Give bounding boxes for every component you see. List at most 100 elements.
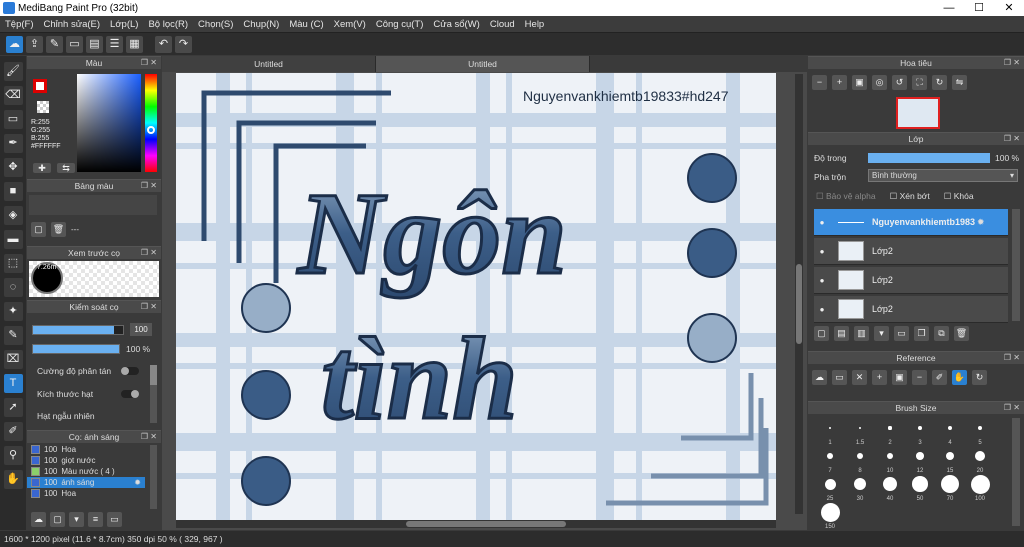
move-icon[interactable]: ✥ — [3, 158, 23, 177]
reference-fit-icon[interactable]: ▣ — [892, 370, 907, 385]
rotate-left-icon[interactable]: ↺ — [892, 75, 907, 90]
brush-list-scrollbar[interactable] — [150, 445, 157, 509]
brush-list-item[interactable]: 100 giọt nước — [27, 455, 145, 466]
artwork-canvas[interactable]: Nguyenvankhiemtb19833#hd247 Ngôn tình — [176, 73, 776, 520]
minimize-button[interactable]: — — [934, 0, 964, 16]
panel-controls-icon[interactable]: ❐ ✕ — [141, 180, 157, 192]
menu-item-4[interactable]: Chọn(S) — [193, 19, 238, 30]
panel-controls-icon[interactable]: ❐ ✕ — [1004, 402, 1020, 414]
layer-list-scrollbar[interactable] — [1012, 209, 1020, 321]
lasso-icon[interactable]: ◌ — [3, 278, 23, 297]
brush-size-option[interactable]: 7 — [816, 446, 844, 474]
menu-item-6[interactable]: Màu (C) — [284, 19, 328, 30]
navigator-thumbnail[interactable] — [896, 97, 940, 129]
text-icon[interactable]: T — [3, 374, 23, 393]
delete-palette-icon[interactable]: 🗑 — [51, 222, 66, 237]
close-button[interactable]: ✕ — [994, 0, 1024, 16]
brush-menu-icon[interactable]: ▾ — [69, 512, 84, 527]
menu-item-0[interactable]: Tệp(F) — [0, 19, 39, 30]
brush-list-item[interactable]: 100 ánh sáng ✹ — [27, 477, 145, 488]
new-layer-icon[interactable]: ▢ — [814, 326, 829, 341]
select-pen-icon[interactable]: ✎ — [3, 326, 23, 345]
reference-zoom-out-icon[interactable]: − — [912, 370, 927, 385]
redo-icon[interactable]: ↷ — [175, 35, 192, 53]
brush-size-option[interactable]: 150 — [816, 502, 844, 530]
particle-size-slider[interactable] — [121, 390, 139, 398]
layer-row[interactable]: ● Nguyenvankhiemtb1983 ✹ — [814, 209, 1008, 236]
rotate-right-icon[interactable]: ↻ — [932, 75, 947, 90]
brush-size-option[interactable]: 4 — [936, 418, 964, 446]
canvas-vertical-scrollbar[interactable] — [795, 74, 803, 514]
panel-controls-icon[interactable]: ❐ ✕ — [141, 57, 157, 69]
menu-item-2[interactable]: Lớp(L) — [105, 19, 143, 30]
menu-item-10[interactable]: Cloud — [485, 19, 520, 30]
brush-size-option[interactable]: 1.5 — [846, 418, 874, 446]
brush-size-option[interactable]: 3 — [906, 418, 934, 446]
brush-settings-gear-icon[interactable]: ✹ — [134, 478, 141, 487]
menu-item-9[interactable]: Cửa sổ(W) — [428, 19, 484, 30]
flip-icon[interactable]: ⇋ — [952, 75, 967, 90]
brush-size-option[interactable]: 50 — [906, 474, 934, 502]
comment-icon[interactable]: ✎ — [46, 35, 63, 53]
brush-size-scrollbar[interactable] — [1012, 418, 1020, 526]
menu-item-5[interactable]: Chụp(N) — [238, 19, 284, 30]
brush-size-option[interactable]: 5 — [966, 418, 994, 446]
reference-open-icon[interactable]: ▭ — [832, 370, 847, 385]
scatter-strength-slider[interactable] — [121, 367, 139, 375]
brush-size-option[interactable]: 25 — [816, 474, 844, 502]
blend-mode-select[interactable]: Bình thường ▾ — [868, 169, 1018, 182]
foreground-swatch[interactable] — [33, 79, 47, 93]
document-icon[interactable]: ▤ — [86, 35, 103, 53]
add-color-icon[interactable]: ✚ — [33, 163, 51, 173]
magic-wand-icon[interactable]: ✦ — [3, 302, 23, 321]
layer-settings-gear-icon[interactable]: ✹ — [977, 217, 985, 228]
brush-size-option[interactable]: 12 — [906, 446, 934, 474]
panel-controls-icon[interactable]: ❐ ✕ — [1004, 57, 1020, 69]
duplicate-layer-icon[interactable]: ❐ — [914, 326, 929, 341]
new-palette-icon[interactable]: ▢ — [31, 222, 46, 237]
brush-size-option[interactable]: 2 — [876, 418, 904, 446]
operation-icon[interactable]: ➚ — [3, 398, 23, 417]
reference-eyedropper-icon[interactable]: ✐ — [932, 370, 947, 385]
swap-color-icon[interactable]: ⇆ — [57, 163, 75, 173]
lock-checkbox[interactable]: ☐ Khóa — [944, 191, 974, 202]
layer-row[interactable]: ● Lớp2 — [814, 296, 1008, 323]
brush-size-option[interactable]: 8 — [846, 446, 874, 474]
panel-controls-icon[interactable]: ❐ ✕ — [1004, 352, 1020, 364]
share-icon[interactable]: ⇪ — [26, 35, 43, 53]
reference-close-icon[interactable]: ✕ — [852, 370, 867, 385]
brush-size-option[interactable]: 30 — [846, 474, 874, 502]
panel-controls-icon[interactable]: ❐ ✕ — [141, 431, 157, 443]
pen-icon[interactable]: ✒ — [3, 134, 23, 153]
brush-folder-icon[interactable]: ▭ — [107, 512, 122, 527]
reference-rotate-icon[interactable]: ↻ — [972, 370, 987, 385]
layer-opacity-slider[interactable] — [868, 153, 990, 163]
palette-swatch-area[interactable] — [29, 195, 157, 215]
canvas-horizontal-scrollbar[interactable] — [176, 520, 776, 528]
saturation-value-picker[interactable] — [77, 74, 141, 172]
undo-icon[interactable]: ↶ — [155, 35, 172, 53]
page-icon[interactable]: ▭ — [66, 35, 83, 53]
fullscreen-icon[interactable]: ⛶ — [912, 75, 927, 90]
brush-size-option[interactable]: 1 — [816, 418, 844, 446]
brush-icon[interactable]: 🖌 — [3, 62, 23, 81]
hue-slider[interactable] — [145, 74, 157, 172]
brush-size-option[interactable]: 40 — [876, 474, 904, 502]
gradient-icon[interactable]: ▬ — [3, 230, 23, 249]
brush-list-item[interactable]: 100 Màu nước ( 4 ) — [27, 466, 145, 477]
panel-controls-icon[interactable]: ❐ ✕ — [141, 301, 157, 313]
hand-icon[interactable]: ✋ — [3, 470, 23, 489]
select-eraser-icon[interactable]: ⌧ — [3, 350, 23, 369]
visibility-icon[interactable]: ● — [814, 218, 830, 227]
tab-untitled-1[interactable]: Untitled — [162, 56, 376, 72]
brush-size-option[interactable]: 70 — [936, 474, 964, 502]
panel-controls-icon[interactable]: ❐ ✕ — [1004, 133, 1020, 145]
brush-list-item[interactable]: 100 Hoa — [27, 444, 145, 455]
brush-size-option[interactable]: 100 — [966, 474, 994, 502]
panel-controls-icon[interactable]: ❐ ✕ — [141, 247, 157, 259]
reference-cloud-icon[interactable]: ☁ — [812, 370, 827, 385]
list-icon[interactable]: ☰ — [106, 35, 123, 53]
visibility-icon[interactable]: ● — [814, 247, 830, 256]
new-halftone-layer-icon[interactable]: ▤ — [834, 326, 849, 341]
menu-item-11[interactable]: Help — [520, 19, 550, 30]
